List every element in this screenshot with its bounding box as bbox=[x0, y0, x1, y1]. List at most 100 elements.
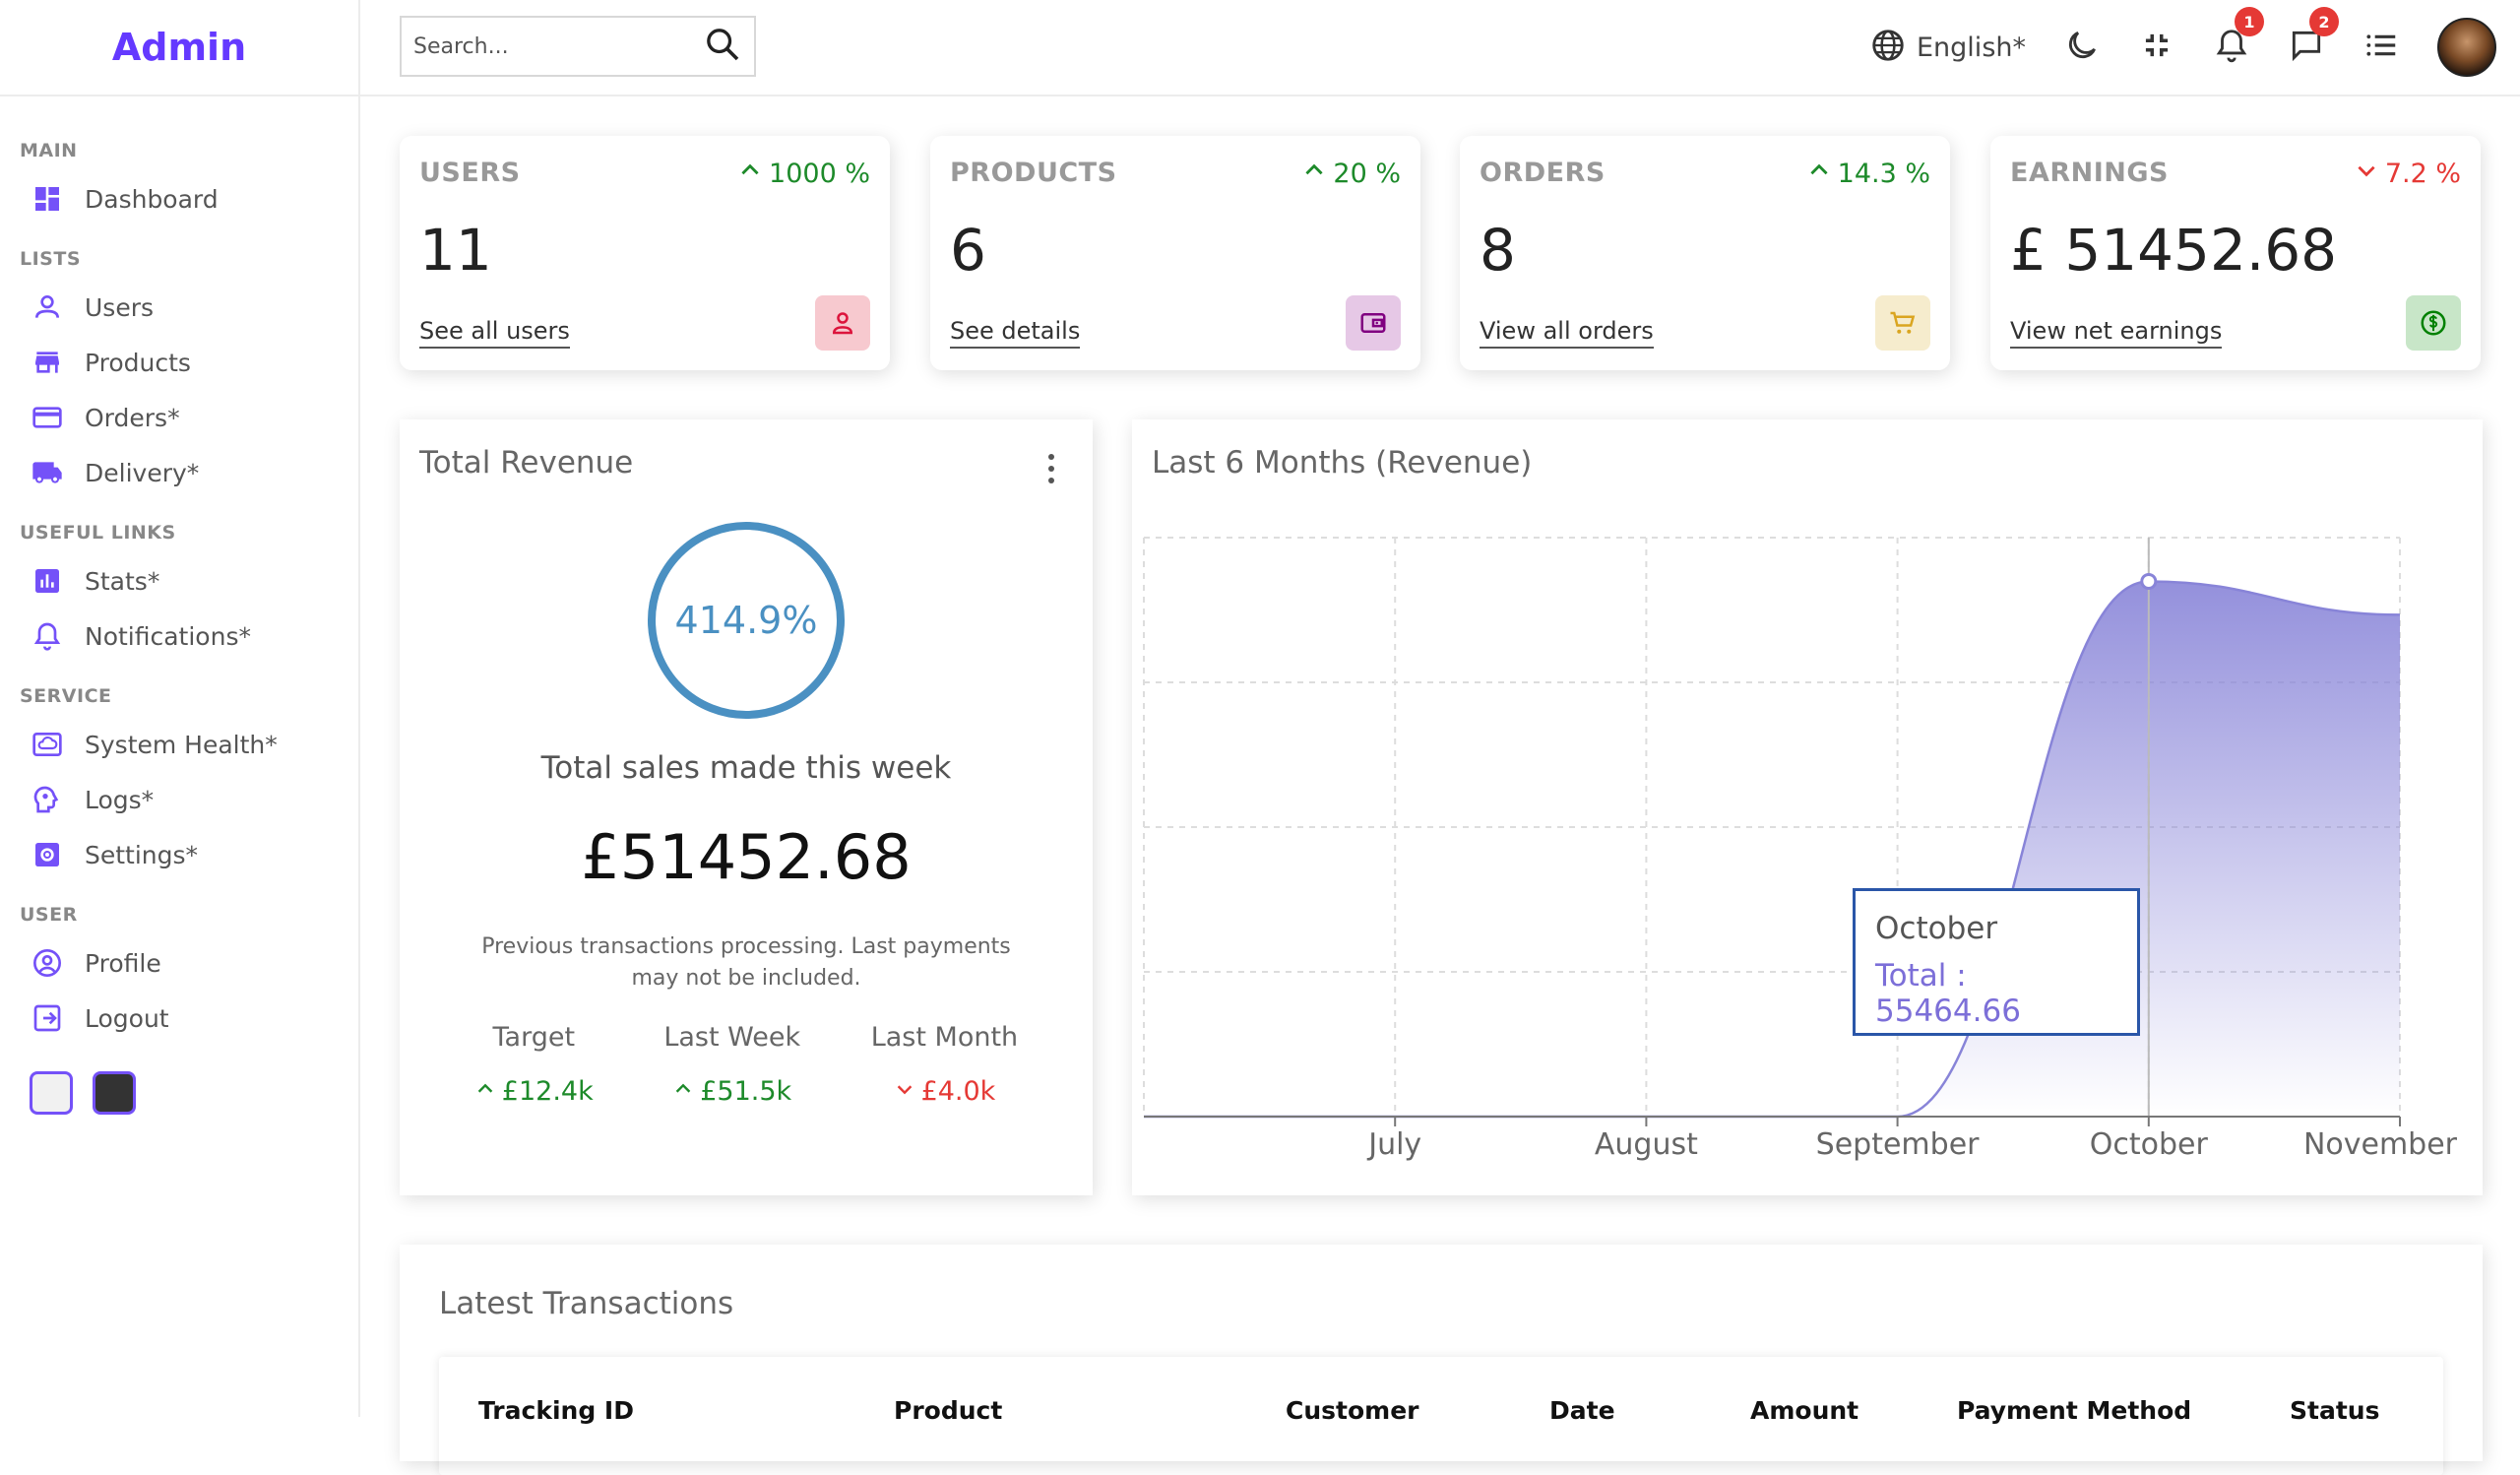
x-tick-label: November bbox=[2303, 1127, 2458, 1162]
arrow-up-icon bbox=[737, 158, 769, 190]
moon-icon bbox=[2063, 27, 2101, 68]
column-header[interactable]: Date bbox=[1549, 1396, 1615, 1425]
widget-percentage-value: 14.3 % bbox=[1837, 159, 1930, 189]
data-point[interactable] bbox=[2140, 572, 2158, 590]
cart-icon bbox=[1875, 295, 1930, 351]
sidebar-item-stats[interactable]: Stats* bbox=[0, 553, 358, 609]
notifications-button[interactable]: 1 bbox=[2213, 7, 2264, 68]
sidebar-item-profile[interactable]: Profile bbox=[0, 935, 358, 991]
featured-stat-target: Target £12.4k bbox=[474, 1022, 594, 1107]
stat-value-text: £4.0k bbox=[920, 1076, 996, 1107]
featured-stat-last-month: Last Month £4.0k bbox=[871, 1022, 1018, 1107]
widget-link[interactable]: View all orders bbox=[1480, 317, 1654, 349]
featured-description: Previous transactions processing. Last p… bbox=[481, 934, 1011, 991]
sidebar-item-system-health[interactable]: System Health* bbox=[0, 717, 358, 772]
stat-value: £4.0k bbox=[871, 1076, 1018, 1107]
sidebar-item-delivery[interactable]: Delivery* bbox=[0, 445, 358, 500]
dark-theme-button[interactable] bbox=[93, 1071, 136, 1115]
sidebar-item-notifications[interactable]: Notifications* bbox=[0, 609, 358, 664]
truck-icon bbox=[32, 457, 63, 488]
chart-tooltip: October Total : 55464.66 bbox=[1853, 888, 2140, 1036]
widget-link[interactable]: See details bbox=[950, 317, 1081, 349]
widget-earnings: EARNINGS 7.2 % £ 51452.68 View net earni… bbox=[1990, 136, 2481, 370]
dark-mode-toggle[interactable] bbox=[2063, 27, 2101, 68]
stat-label: Last Month bbox=[870, 1022, 1019, 1053]
wallet-icon bbox=[1346, 295, 1401, 351]
arrow-down-icon bbox=[894, 1076, 921, 1107]
widget-link[interactable]: See all users bbox=[419, 317, 570, 349]
sidebar-item-label: System Health* bbox=[85, 730, 278, 759]
transactions-title: Latest Transactions bbox=[439, 1286, 734, 1321]
x-tick-label: September bbox=[1816, 1127, 1980, 1162]
widget-percentage: 20 % bbox=[1301, 158, 1401, 190]
featured-title: Total Revenue bbox=[419, 445, 634, 481]
widget-link[interactable]: View net earnings bbox=[2010, 317, 2223, 349]
sidebar-item-logs[interactable]: Logs* bbox=[0, 772, 358, 827]
notifications-badge: 1 bbox=[2235, 7, 2264, 36]
column-header[interactable]: Payment Method bbox=[1957, 1396, 2191, 1425]
search-input[interactable] bbox=[413, 33, 703, 59]
user-avatar[interactable] bbox=[2437, 18, 2496, 77]
column-header[interactable]: Product bbox=[894, 1396, 1002, 1425]
fullscreen-exit-button[interactable] bbox=[2138, 27, 2175, 68]
psychology-icon bbox=[32, 784, 63, 815]
list-icon bbox=[2362, 27, 2400, 68]
transactions-table: Tracking ID Product Customer Date Amount… bbox=[439, 1357, 2443, 1475]
nav-section-user: USER bbox=[20, 904, 78, 926]
nav-section-useful-links: USEFUL LINKS bbox=[20, 522, 176, 544]
arrow-down-icon bbox=[2354, 158, 2385, 190]
sidebar-item-label: Profile bbox=[85, 948, 161, 978]
sidebar-item-products[interactable]: Products bbox=[0, 335, 358, 390]
latest-transactions-card: Latest Transactions Tracking ID Product … bbox=[400, 1245, 2483, 1461]
sidebar-item-label: Logs* bbox=[85, 785, 155, 814]
search-icon[interactable] bbox=[703, 25, 742, 68]
sidebar-item-label: Delivery* bbox=[85, 458, 200, 487]
profile-icon bbox=[32, 947, 63, 979]
widget-title: USERS bbox=[419, 158, 521, 188]
sidebar-item-dashboard[interactable]: Dashboard bbox=[0, 171, 358, 226]
widget-value: 8 bbox=[1480, 217, 1516, 284]
more-vert-icon[interactable] bbox=[1040, 449, 1063, 488]
column-header[interactable]: Status bbox=[2290, 1396, 2379, 1425]
widget-value: £ 51452.68 bbox=[2010, 217, 2338, 284]
sidebar-item-label: Users bbox=[85, 292, 155, 322]
topbar-actions: English* 1 2 bbox=[1832, 0, 2496, 95]
stat-label: Last Week bbox=[663, 1022, 801, 1053]
widget-products: PRODUCTS 20 % 6 See details bbox=[930, 136, 1420, 370]
topbar: English* 1 2 bbox=[360, 0, 2520, 96]
revenue-area-chart[interactable]: July August September October November bbox=[1132, 419, 2483, 1195]
light-theme-button[interactable] bbox=[30, 1071, 73, 1115]
widget-value: 6 bbox=[950, 217, 986, 284]
widget-percentage: 14.3 % bbox=[1806, 158, 1930, 190]
language-selector[interactable]: English* bbox=[1869, 27, 2026, 68]
column-header[interactable]: Customer bbox=[1286, 1396, 1419, 1425]
sidebar-item-orders[interactable]: Orders* bbox=[0, 390, 358, 445]
stat-label: Target bbox=[492, 1022, 576, 1053]
sidebar-item-users[interactable]: Users bbox=[0, 280, 358, 335]
progress-text: 414.9% bbox=[674, 599, 818, 642]
sidebar-item-logout[interactable]: Logout bbox=[0, 991, 358, 1046]
stat-value-text: £12.4k bbox=[501, 1076, 594, 1107]
column-header[interactable]: Amount bbox=[1750, 1396, 1858, 1425]
sidebar-item-label: Products bbox=[85, 348, 191, 377]
featured-subtitle: Total sales made this week bbox=[540, 750, 952, 786]
brand-logo[interactable]: Admin bbox=[0, 0, 358, 96]
arrow-up-icon bbox=[1301, 158, 1333, 190]
messages-button[interactable]: 2 bbox=[2288, 7, 2339, 68]
x-tick-label: October bbox=[2090, 1127, 2209, 1162]
bell-icon bbox=[32, 620, 63, 652]
logout-icon bbox=[32, 1002, 63, 1034]
arrow-up-icon bbox=[474, 1076, 502, 1107]
sidebar-item-label: Stats* bbox=[85, 566, 160, 596]
person-icon bbox=[815, 295, 870, 351]
language-label: English* bbox=[1917, 32, 2026, 63]
list-menu-button[interactable] bbox=[2362, 27, 2400, 68]
sidebar-item-settings[interactable]: Settings* bbox=[0, 827, 358, 882]
stat-value: £51.5k bbox=[663, 1076, 800, 1107]
bar-chart-icon bbox=[32, 565, 63, 597]
featured-stats: Target £12.4k Last Week £51.5k Last Mont… bbox=[400, 1022, 1093, 1107]
sidebar-item-label: Logout bbox=[85, 1003, 169, 1033]
column-header[interactable]: Tracking ID bbox=[478, 1396, 634, 1425]
fullscreen-exit-icon bbox=[2138, 27, 2175, 68]
sidebar-item-label: Orders* bbox=[85, 403, 180, 432]
